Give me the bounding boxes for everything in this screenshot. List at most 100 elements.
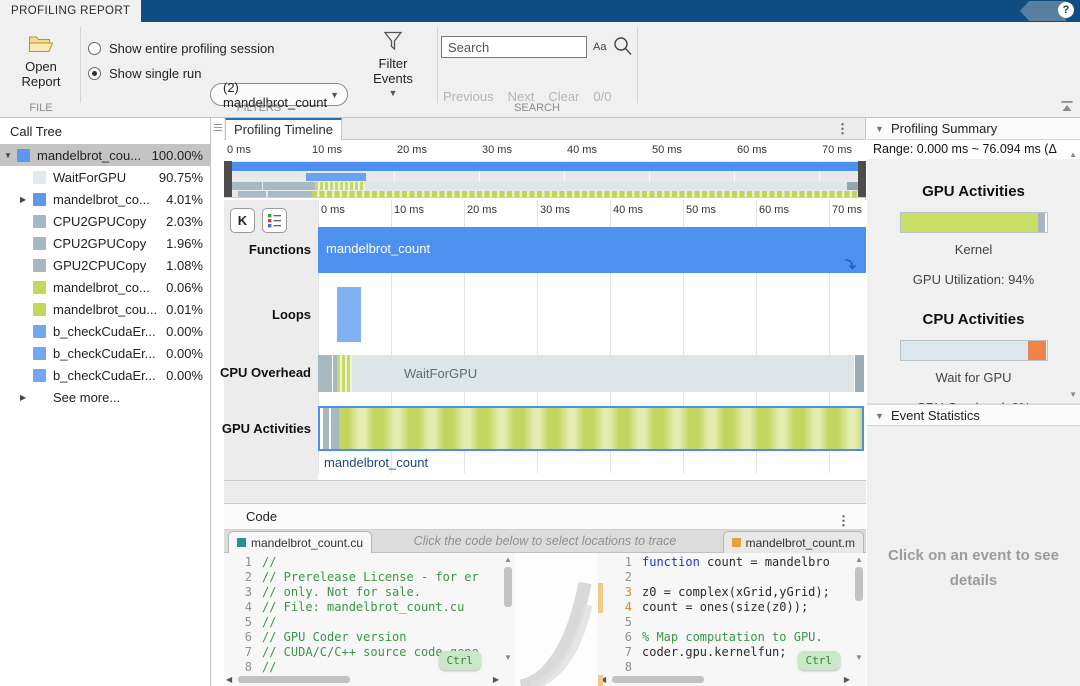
call-tree-row[interactable]: ▶See more... [0,386,210,408]
scroll-left-icon[interactable]: ◀ [226,675,232,684]
expander-icon[interactable]: ▶ [20,195,33,204]
scroll-down-icon[interactable]: ▼ [1069,390,1077,399]
gpu-activities-selected-bar[interactable] [318,406,864,451]
scroll-right-icon[interactable]: ▶ [844,675,850,684]
overview-copy-bar[interactable] [263,182,315,190]
m-file-swatch-icon [732,538,741,547]
filters-section-label: FILTERS [82,102,436,114]
help-button[interactable]: ? [1058,2,1074,18]
loops-event-bar[interactable] [337,287,361,342]
code-line[interactable]: 5 [604,615,866,630]
functions-event-bar[interactable]: mandelbrot_count [318,227,866,273]
timeline-plot[interactable]: 0 ms10 ms20 ms30 ms40 ms50 ms60 ms70 ms … [318,200,866,480]
collapse-section-icon[interactable]: ▼ [875,405,884,427]
call-tree-row[interactable]: mandelbrot_co...0.06% [0,276,210,298]
overview-bars[interactable] [224,161,866,198]
expander-icon[interactable]: ▶ [20,393,33,402]
call-tree-row[interactable]: CPU2GPUCopy1.96% [0,232,210,254]
event-color-swatch [33,347,46,360]
open-report-button[interactable]: Open Report [8,33,74,89]
chevron-down-icon[interactable]: ▼ [360,88,426,98]
cu-horizontal-scrollbar[interactable]: ◀ ▶ [224,674,501,685]
cpu-activities-bar [900,340,1048,361]
scroll-up-icon[interactable]: ▲ [1069,145,1077,159]
overview-gpu-copy-bar[interactable] [268,191,312,199]
kernel-markers-button[interactable]: K [230,208,255,233]
m-vertical-scrollbar[interactable]: ▲ ▼ [853,555,865,673]
profiling-summary-header[interactable]: ▼ Profiling Summary [867,118,1080,140]
code-line[interactable]: 3// only. Not for sale. [224,585,515,600]
cpu-kernel-launch-bar[interactable] [337,355,352,392]
wait-for-gpu-bar[interactable]: WaitForGPU [352,355,854,392]
code-line[interactable]: 2// Prerelease License - for er [224,570,515,585]
code-line[interactable]: 3z0 = complex(xGrid,yGrid); [604,585,866,600]
line-text: // [262,660,276,675]
scrollbar-thumb[interactable] [855,567,863,601]
overview-wait-bar[interactable] [365,182,847,190]
scrollbar-thumb[interactable] [612,676,704,683]
expander-icon[interactable]: ▼ [4,151,17,160]
overview-functions-bar[interactable] [232,162,858,171]
scroll-up-icon[interactable]: ▲ [502,555,514,564]
collapse-section-icon[interactable]: ▼ [875,118,884,140]
call-tree-row[interactable]: ▶mandelbrot_co...4.01% [0,188,210,210]
code-line[interactable]: 1function count = mandelbro [604,555,866,570]
code-panel: Code ⋮ Click the code below to select lo… [224,504,866,686]
scrollbar-thumb[interactable] [504,567,512,607]
cpu-copy-event-bar[interactable] [318,355,332,392]
cu-vertical-scrollbar[interactable]: ▲ ▼ [502,555,514,673]
range-handle-right[interactable] [858,161,866,198]
gpu-copy-event-bar[interactable] [323,408,339,449]
search-icon[interactable] [613,36,633,57]
call-tree-row[interactable]: b_checkCudaEr...0.00% [0,342,210,364]
call-tree-row[interactable]: mandelbrot_cou...0.01% [0,298,210,320]
overview-gpu-copy-bar[interactable] [238,191,266,199]
radio-selected-icon[interactable] [88,67,101,80]
filter-events-button[interactable]: Filter Events ▼ [360,30,426,98]
code-line[interactable]: 4// File: mandelbrot_count.cu [224,600,515,615]
show-single-run-radio[interactable]: Show single run [88,65,202,81]
overview-copy-bar[interactable] [232,182,262,190]
tab-mandelbrot-count-m[interactable]: mandelbrot_count.m [723,531,864,553]
overview-kernel-launch-bar[interactable] [315,182,365,190]
code-editor-m[interactable]: 1function count = mandelbro23z0 = comple… [598,553,866,686]
scroll-up-icon[interactable]: ▲ [853,555,865,564]
call-tree-row[interactable]: b_checkCudaEr...0.00% [0,320,210,342]
show-entire-session-radio[interactable]: Show entire profiling session [88,40,274,56]
call-tree-row[interactable]: b_checkCudaEr...0.00% [0,364,210,386]
range-handle-left[interactable] [224,161,232,198]
radio-unselected-icon[interactable] [88,42,101,55]
legend-button[interactable] [262,208,287,233]
code-line[interactable]: 6% Map computation to GPU. [604,630,866,645]
collapse-toolbar-icon[interactable] [1060,100,1074,113]
call-tree-row[interactable]: CPU2GPUCopy2.03% [0,210,210,232]
overview-copy-bar[interactable] [847,182,858,190]
code-editor-cu[interactable]: 1//2// Prerelease License - for er3// on… [224,553,515,686]
call-tree-row[interactable]: WaitForGPU90.75% [0,166,210,188]
event-statistics-header[interactable]: ▼ Event Statistics [867,404,1080,426]
match-case-toggle[interactable]: Aa [593,41,606,53]
search-input[interactable] [441,36,587,58]
call-tree-row[interactable]: GPU2CPUCopy1.08% [0,254,210,276]
gpu-kernel-event-bar[interactable] [339,408,862,449]
call-tree-row[interactable]: ▼mandelbrot_cou...100.00% [0,144,210,166]
tab-profiling-timeline[interactable]: Profiling Timeline [225,118,342,140]
tab-mandelbrot-count-cu[interactable]: mandelbrot_count.cu [228,531,372,553]
scroll-down-icon[interactable]: ▼ [853,653,865,662]
scroll-right-icon[interactable]: ▶ [493,675,499,684]
timeline-menu-icon[interactable]: ⋮ [836,121,849,137]
splitter-grip-icon[interactable] [214,124,222,133]
scroll-down-icon[interactable]: ▼ [502,653,514,662]
code-line[interactable]: 5// [224,615,515,630]
overview-loops-row [232,173,858,181]
code-line[interactable]: 1// [224,555,515,570]
overview-loops-bar[interactable] [306,173,366,181]
scrollbar-thumb[interactable] [238,676,350,683]
code-line[interactable]: 2 [604,570,866,585]
overview-gpu-kernel-bar[interactable] [312,191,858,199]
code-line[interactable]: 6// GPU Coder version [224,630,515,645]
cpu-copy-event-bar[interactable] [855,355,864,392]
panel-splitter[interactable] [212,118,224,686]
m-horizontal-scrollbar[interactable]: ◀ ▶ [598,674,852,685]
code-line[interactable]: 4count = ones(size(z0)); [604,600,866,615]
